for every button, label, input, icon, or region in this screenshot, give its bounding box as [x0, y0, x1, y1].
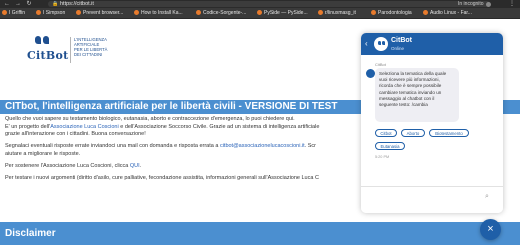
report-email-link[interactable]: citbot@associazionelucacoscioni.it — [220, 143, 305, 149]
logo-tagline: L'INTELLIGENZA ARTIFICIALE PER LE LIBERT… — [74, 37, 108, 57]
support-link[interactable]: QUI — [130, 163, 140, 169]
disclaimer-heading: Disclaimer — [5, 228, 56, 239]
forward-icon[interactable]: → — [13, 0, 23, 8]
page-title: CITbot, l'intelligenza artificiale per l… — [5, 101, 338, 112]
bot-avatar-small — [366, 69, 375, 78]
bookmark-icon — [257, 9, 262, 15]
bookmark-item[interactable]: I Griffin — [2, 8, 25, 19]
site-logo[interactable]: CitBot — [27, 49, 69, 62]
intro-line: E' un progetto dell'Associazione Luca Co… — [5, 123, 320, 130]
chat-input[interactable] — [369, 190, 479, 208]
chevron-left-icon[interactable]: ‹ — [365, 33, 368, 55]
bookmarks-bar: I Griffin I Simpson Prevent browser... H… — [0, 8, 520, 19]
quick-reply-eutanasia[interactable]: Eutanasia — [375, 142, 405, 150]
support-line: Per sostenere l'Associazione Luca Coscio… — [5, 163, 142, 169]
chat-header: ‹ CitBot Online — [361, 33, 503, 55]
browser-toolbar: ← → ↻ 🔒 https://citbot.it In incognito ⋮ — [0, 0, 520, 8]
screen: ← → ↻ 🔒 https://citbot.it In incognito ⋮… — [0, 0, 520, 245]
logo-divider — [70, 37, 71, 63]
incognito-icon — [486, 1, 491, 7]
bookmark-item[interactable]: Parodontologia — [371, 8, 412, 19]
bookmark-icon — [76, 9, 81, 15]
report-line: Segnalaci eventuali risposte errate invi… — [5, 143, 317, 149]
chat-title: CitBot — [391, 37, 412, 44]
bookmark-item[interactable]: Prevent browser... — [76, 8, 123, 19]
bookmark-icon — [2, 9, 7, 15]
bookmark-icon — [196, 9, 201, 15]
chat-widget: ‹ CitBot Online CitBot Seleziona la tema… — [361, 33, 503, 213]
intro-line: Quello che vuoi sapere su testamento bio… — [5, 116, 295, 122]
test-topics-line: Per testare i nuovi argomenti (diritto d… — [5, 175, 319, 181]
incognito-label: In incognito — [458, 1, 484, 7]
report-line: aiutare a migliorare le risposte. — [5, 150, 81, 157]
bot-avatar — [374, 37, 388, 51]
paperclip-icon[interactable]: ⌕ — [485, 193, 489, 201]
menu-icon[interactable]: ⋮ — [509, 0, 515, 8]
close-chat-button[interactable]: × — [480, 219, 501, 240]
intro-line: grazie all'interazione con i cittadini. … — [5, 131, 146, 137]
bookmark-item[interactable]: How to Install Ka... — [134, 8, 183, 19]
url-text[interactable]: https://citbot.it — [60, 0, 94, 8]
bookmark-icon — [423, 9, 428, 15]
reload-icon[interactable]: ↻ — [24, 0, 34, 8]
chat-status: Online — [391, 46, 405, 51]
back-icon[interactable]: ← — [2, 0, 12, 8]
association-link[interactable]: Associazione Luca Coscioni — [50, 124, 118, 130]
quick-reply-aborto[interactable]: Aborto — [401, 129, 425, 137]
bookmark-item[interactable]: r/linuxmasg_it — [318, 8, 356, 19]
bookmark-icon — [318, 9, 323, 15]
bookmark-item[interactable]: I Simpson — [36, 8, 65, 19]
message-sender: CitBot — [375, 62, 386, 67]
bookmark-icon — [36, 9, 41, 15]
lock-icon: 🔒 — [52, 1, 59, 7]
address-bar[interactable] — [48, 1, 490, 7]
quick-reply-citbot[interactable]: Citbot — [375, 129, 397, 137]
quick-reply-biotestamento[interactable]: Biotestamento — [429, 129, 469, 137]
bookmark-icon — [134, 9, 139, 15]
logo-quote-icon — [34, 36, 50, 46]
bookmark-item[interactable]: PySide — PySide... — [257, 8, 308, 19]
message-time: 5:20 PM — [375, 155, 390, 159]
bot-message: Seleziona la tematica della quale vuoi r… — [375, 68, 459, 122]
bookmark-item[interactable]: Audio Linux - Far... — [423, 8, 472, 19]
disclaimer-band — [0, 222, 520, 245]
bookmark-item[interactable]: Codice-Sorgente-... — [196, 8, 246, 19]
bookmark-icon — [371, 9, 376, 15]
